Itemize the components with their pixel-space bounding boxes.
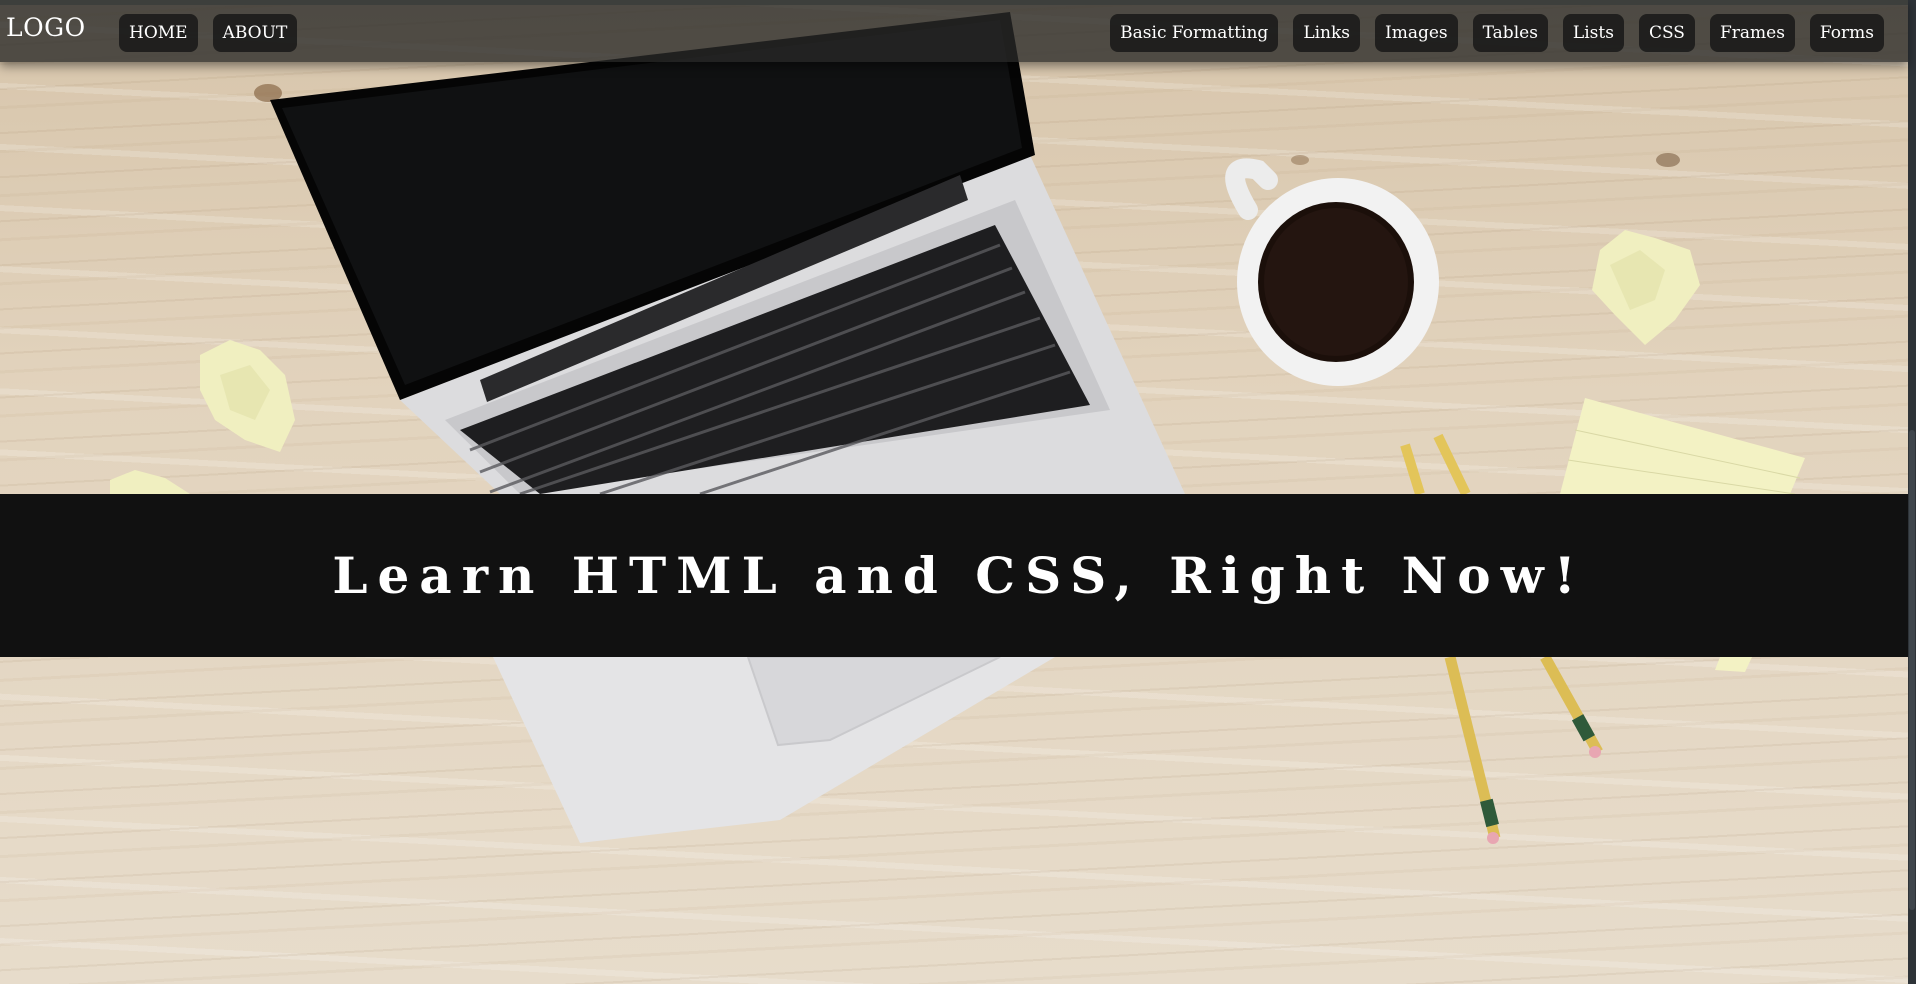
page-scrollbar-thumb[interactable] [1909, 430, 1915, 910]
nav-lists-button[interactable]: Lists [1562, 14, 1624, 52]
topics-nav: Basic Formatting Links Images Tables Lis… [1110, 14, 1884, 52]
nav-forms-button[interactable]: Forms [1809, 14, 1884, 52]
nav-images-button[interactable]: Images [1375, 14, 1458, 52]
nav-basic-formatting-button[interactable]: Basic Formatting [1110, 14, 1279, 52]
hero-title: Learn HTML and CSS, Right Now! [332, 546, 1586, 605]
nav-tables-button[interactable]: Tables [1472, 14, 1548, 52]
nav-home-button[interactable]: HOME [119, 14, 198, 52]
nav-frames-button[interactable]: Frames [1709, 14, 1795, 52]
desk-scene-illustration [110, 12, 1805, 844]
nav-links-button[interactable]: Links [1293, 14, 1361, 52]
hero-banner: Learn HTML and CSS, Right Now! [0, 494, 1908, 657]
nav-about-button[interactable]: ABOUT [212, 14, 298, 52]
page-scrollbar-track[interactable] [1908, 0, 1916, 984]
top-navbar: LOGO HOME ABOUT Basic Formatting Links I… [0, 0, 1908, 62]
primary-nav: HOME ABOUT [119, 14, 298, 52]
site-logo[interactable]: LOGO [6, 13, 86, 42]
nav-css-button[interactable]: CSS [1638, 14, 1695, 52]
hero-background-image [0, 0, 1916, 984]
